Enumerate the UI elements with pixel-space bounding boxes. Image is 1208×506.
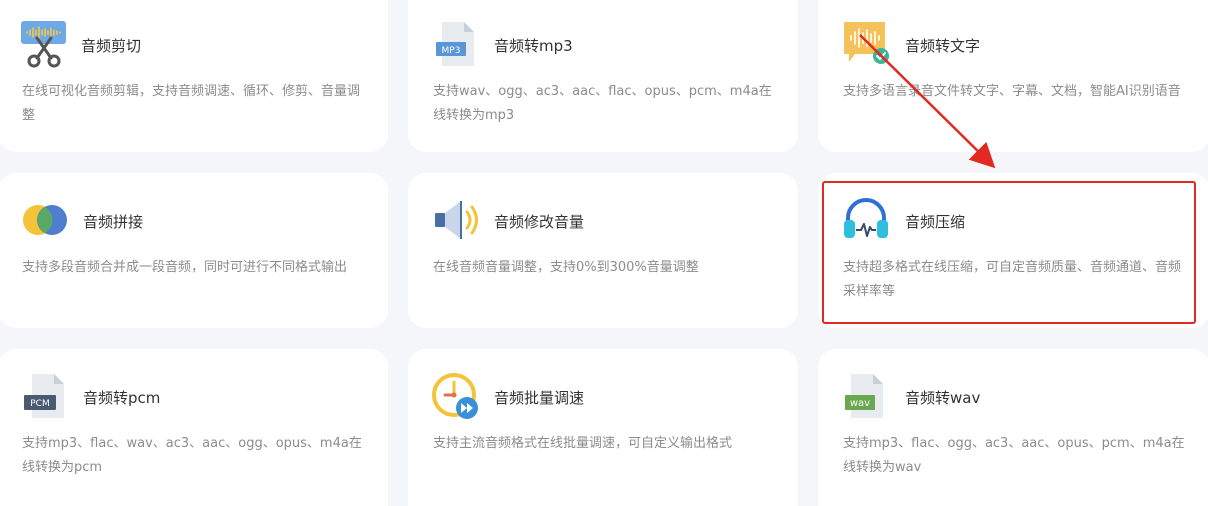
mp3-file-icon: MP3	[434, 20, 482, 68]
tool-card-audio-to-text[interactable]: 音频转文字 支持多语言录音文件转文字、字幕、文档，智能AI识别语音	[818, 0, 1208, 152]
stopwatch-fastforward-icon	[432, 371, 480, 419]
card-title: 音频转文字	[905, 37, 981, 55]
card-description: 支持wav、ogg、ac3、aac、flac、opus、pcm、m4a在线转换为…	[433, 84, 772, 123]
card-description: 支持多语言录音文件转文字、字幕、文档，智能AI识别语音	[843, 84, 1181, 99]
card-title: 音频转mp3	[494, 37, 573, 55]
tool-card-audio-cut[interactable]: 音频剪切 在线可视化音频剪辑，支持音频调速、循环、修剪、音量调整	[0, 0, 388, 152]
scissors-waveform-icon	[20, 20, 68, 68]
card-description: 支持mp3、flac、ogg、ac3、aac、opus、pcm、m4a在线转换为…	[843, 436, 1185, 475]
svg-text:MP3: MP3	[442, 46, 461, 56]
tool-card-audio-volume[interactable]: 音频修改音量 在线音频音量调整，支持0%到300%音量调整	[408, 173, 798, 328]
card-title: 音频转wav	[905, 389, 981, 407]
card-description: 支持多段音频合并成一段音频，同时可进行不同格式输出	[22, 260, 348, 275]
tool-card-audio-merge[interactable]: 音频拼接 支持多段音频合并成一段音频，同时可进行不同格式输出	[0, 173, 388, 328]
merge-circles-icon	[22, 196, 70, 244]
tool-card-audio-to-mp3[interactable]: MP3 音频转mp3 支持wav、ogg、ac3、aac、flac、opus、p…	[408, 0, 798, 152]
card-title: 音频剪切	[81, 37, 142, 55]
card-title: 音频批量调速	[494, 389, 585, 407]
card-title: 音频修改音量	[494, 213, 585, 231]
tool-card-audio-to-pcm[interactable]: PCM 音频转pcm 支持mp3、flac、wav、ac3、aac、ogg、op…	[0, 349, 388, 506]
card-description: 支持主流音频格式在线批量调速，可自定义输出格式	[433, 436, 733, 451]
svg-text:PCM: PCM	[30, 399, 49, 409]
speaker-volume-icon	[433, 196, 481, 244]
headphones-icon	[842, 196, 890, 244]
wav-file-icon: wav	[843, 372, 891, 420]
card-title: 音频转pcm	[83, 389, 161, 407]
card-title: 音频拼接	[83, 213, 144, 231]
tool-card-batch-speed[interactable]: 音频批量调速 支持主流音频格式在线批量调速，可自定义输出格式	[408, 349, 798, 506]
tool-card-audio-to-wav[interactable]: wav 音频转wav 支持mp3、flac、ogg、ac3、aac、opus、p…	[818, 349, 1208, 506]
pcm-file-icon: PCM	[24, 372, 72, 420]
svg-text:wav: wav	[850, 398, 870, 409]
card-description: 支持mp3、flac、wav、ac3、aac、ogg、opus、m4a在线转换为…	[22, 436, 362, 475]
card-description: 在线可视化音频剪辑，支持音频调速、循环、修剪、音量调整	[22, 84, 361, 123]
card-description: 在线音频音量调整，支持0%到300%音量调整	[433, 260, 699, 275]
card-description: 支持超多格式在线压缩，可自定音频质量、音频通道、音频采样率等	[843, 260, 1182, 299]
card-title: 音频压缩	[905, 213, 966, 231]
tool-card-audio-compress[interactable]: 音频压缩 支持超多格式在线压缩，可自定音频质量、音频通道、音频采样率等	[818, 173, 1208, 328]
audio-to-text-icon	[843, 20, 891, 68]
